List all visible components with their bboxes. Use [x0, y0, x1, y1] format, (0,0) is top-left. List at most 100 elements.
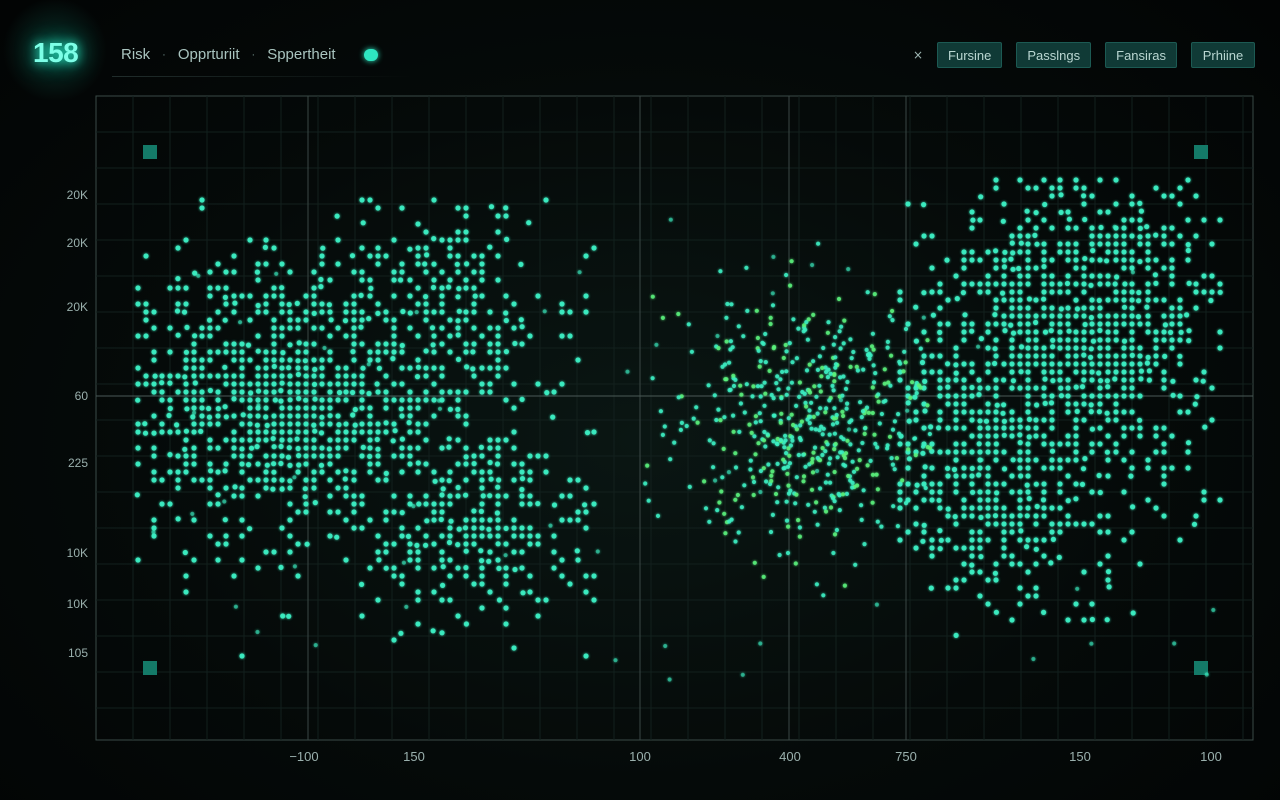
- data-point: [1153, 337, 1159, 343]
- data-point: [512, 340, 518, 347]
- data-point: [993, 337, 999, 343]
- data-point: [1081, 281, 1087, 287]
- data-point: [790, 360, 795, 365]
- data-point: [833, 355, 838, 360]
- data-point: [841, 341, 846, 346]
- data-point: [447, 333, 453, 339]
- data-point: [463, 548, 469, 554]
- data-point: [238, 320, 243, 325]
- data-point: [1049, 193, 1055, 199]
- data-point: [815, 522, 820, 527]
- data-point: [1017, 601, 1023, 607]
- data-point: [953, 473, 959, 479]
- data-point: [455, 565, 461, 571]
- data-point: [503, 541, 509, 547]
- data-point: [1200, 378, 1206, 384]
- data-point: [1105, 553, 1111, 559]
- data-point: [278, 564, 284, 571]
- data-point: [937, 321, 943, 327]
- data-point: [1113, 249, 1119, 255]
- data-point: [263, 293, 269, 299]
- data-point: [1017, 385, 1023, 391]
- data-point: [351, 309, 357, 315]
- data-point: [1049, 273, 1055, 279]
- data-point: [431, 517, 437, 523]
- data-point: [503, 213, 509, 219]
- data-point: [1001, 432, 1007, 438]
- scatter-plot[interactable]: 20K20K20K6022510K10K105 −100 150 100 400 750…: [0, 0, 1280, 800]
- y-tick-label: 60: [75, 389, 89, 403]
- data-point: [351, 325, 357, 331]
- data-point: [215, 373, 221, 379]
- data-point: [841, 413, 846, 419]
- data-point: [1017, 273, 1023, 279]
- data-point: [720, 475, 725, 480]
- data-point: [1009, 353, 1015, 359]
- data-point: [897, 377, 903, 383]
- data-point: [423, 437, 429, 443]
- data-point: [787, 461, 793, 466]
- data-point: [247, 397, 253, 403]
- data-point: [969, 473, 975, 479]
- data-point: [1081, 377, 1087, 383]
- data-point: [527, 469, 533, 475]
- data-point: [263, 453, 269, 459]
- data-point: [1041, 296, 1047, 302]
- data-point: [1024, 544, 1030, 550]
- data-point: [945, 465, 951, 471]
- data-point: [263, 405, 269, 411]
- data-point: [1081, 352, 1087, 358]
- data-point: [335, 413, 341, 419]
- data-point: [279, 405, 285, 411]
- data-point: [311, 445, 317, 451]
- data-point: [207, 333, 213, 339]
- data-point: [407, 413, 413, 419]
- data-point: [296, 453, 302, 459]
- data-point: [351, 469, 357, 475]
- data-point: [143, 373, 149, 379]
- data-point: [1058, 393, 1064, 399]
- data-point: [1025, 457, 1031, 463]
- data-point: [714, 417, 719, 423]
- data-point: [295, 405, 301, 411]
- data-point: [1049, 257, 1055, 263]
- data-point: [724, 377, 729, 382]
- data-point: [447, 245, 453, 251]
- data-point: [431, 197, 437, 203]
- data-point: [985, 345, 991, 351]
- data-point: [343, 333, 349, 339]
- data-point: [231, 357, 237, 363]
- data-point: [1073, 401, 1079, 407]
- data-point: [1026, 416, 1032, 422]
- data-point: [1121, 369, 1127, 375]
- data-point: [559, 557, 565, 563]
- data-point: [729, 302, 734, 307]
- data-point: [456, 308, 462, 314]
- data-point: [969, 328, 975, 334]
- data-point: [1105, 353, 1111, 359]
- data-point: [327, 389, 333, 395]
- data-point: [1033, 513, 1039, 519]
- data-point: [770, 469, 775, 474]
- data-point: [1025, 249, 1031, 255]
- data-point: [280, 613, 286, 619]
- data-point: [1017, 432, 1023, 438]
- data-point: [1033, 329, 1039, 335]
- data-point: [720, 364, 725, 369]
- data-point: [1121, 233, 1127, 239]
- data-point: [1073, 425, 1079, 431]
- data-point: [191, 365, 197, 371]
- data-point: [503, 293, 509, 299]
- data-point: [366, 362, 371, 367]
- data-point: [287, 478, 293, 484]
- data-point: [879, 411, 885, 417]
- data-point: [1065, 385, 1071, 391]
- data-point: [1057, 313, 1063, 319]
- data-point: [923, 485, 928, 491]
- data-point: [903, 501, 909, 506]
- data-point: [471, 341, 477, 347]
- data-point: [1065, 521, 1071, 527]
- data-point: [879, 524, 884, 529]
- data-point: [567, 333, 573, 339]
- data-point: [794, 356, 800, 361]
